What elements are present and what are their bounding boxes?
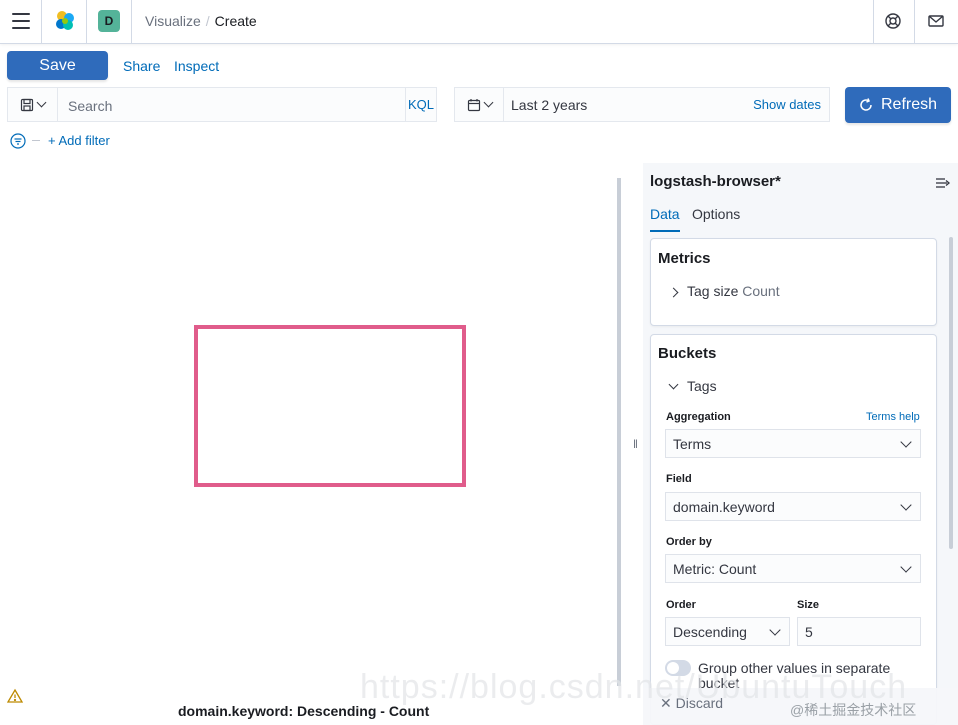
collapse-sidebar-icon[interactable] (935, 176, 951, 188)
size-input[interactable]: 5 (797, 617, 921, 646)
order-by-value: Metric: Count (673, 561, 757, 577)
top-bar (0, 0, 958, 44)
order-label: Order (666, 599, 696, 611)
field-value: domain.keyword (673, 499, 775, 515)
divider (32, 140, 40, 141)
order-by-select[interactable]: Metric: Count (665, 554, 921, 583)
share-link[interactable]: Share (123, 58, 160, 74)
tab-data[interactable]: Data (650, 206, 680, 232)
breadcrumb: Visualize / Create (145, 13, 257, 29)
chevron-down-icon (900, 499, 912, 511)
chevron-down-icon (769, 624, 781, 636)
chevron-down-icon (483, 97, 493, 108)
kql-toggle[interactable]: KQL (405, 88, 436, 121)
terms-help-link[interactable]: Terms help (866, 411, 920, 423)
size-value: 5 (805, 624, 813, 640)
field-label: Field (666, 473, 692, 485)
divider (914, 0, 915, 43)
date-picker: Last 2 years Show dates (454, 87, 830, 122)
divider (41, 0, 42, 43)
chevron-right-icon (668, 287, 679, 298)
highlight-box (194, 325, 466, 487)
aggregation-select[interactable]: Terms (665, 429, 921, 458)
resize-handle[interactable] (617, 178, 621, 686)
calendar-icon (467, 98, 480, 111)
elastic-logo-icon[interactable] (53, 9, 77, 33)
watermark-sub: @稀土掘金技术社区 (790, 702, 917, 718)
index-pattern-title: logstash-browser* (650, 173, 781, 190)
chevron-down-icon (900, 561, 912, 573)
metrics-title: Metrics (658, 250, 711, 267)
metric-item[interactable]: Tag size Count (668, 283, 780, 299)
refresh-icon (860, 98, 872, 111)
aggregation-value: Terms (673, 436, 712, 452)
buckets-title: Buckets (658, 345, 717, 362)
order-value: Descending (673, 624, 747, 640)
query-bar: Search KQL (7, 87, 437, 122)
refresh-button[interactable]: Refresh (845, 87, 951, 123)
help-icon[interactable] (884, 12, 902, 30)
mail-icon[interactable] (927, 12, 945, 30)
order-select[interactable]: Descending (665, 617, 790, 646)
quick-date-button[interactable] (455, 88, 504, 121)
divider (873, 0, 874, 43)
size-label: Size (797, 599, 820, 611)
space-avatar[interactable]: D (98, 10, 120, 32)
breadcrumb-visualize[interactable]: Visualize (145, 13, 201, 29)
sidebar-scrollbar[interactable] (949, 237, 953, 549)
time-range-label[interactable]: Last 2 years (511, 97, 587, 113)
aggregation-label: Aggregation (666, 411, 731, 423)
refresh-label: Refresh (880, 96, 938, 113)
drag-handle-icon[interactable]: ‖ (633, 437, 638, 451)
add-filter-button[interactable]: + Add filter (48, 133, 110, 148)
chevron-down-icon (36, 97, 47, 108)
divider (86, 0, 87, 43)
divider (131, 0, 132, 43)
metric-name: Tag size (687, 283, 739, 299)
bucket-item[interactable]: Tags (668, 378, 717, 394)
show-dates-link[interactable]: Show dates (753, 97, 821, 112)
warning-icon[interactable] (6, 688, 24, 704)
menu-icon[interactable] (12, 13, 30, 29)
saved-query-button[interactable] (8, 88, 58, 121)
order-by-label: Order by (666, 536, 712, 548)
search-input[interactable]: Search (68, 98, 112, 114)
chevron-down-icon (900, 436, 912, 448)
metric-type: Count (742, 283, 780, 299)
tab-options[interactable]: Options (692, 206, 740, 230)
bucket-name: Tags (687, 378, 717, 394)
save-button[interactable]: Save (7, 51, 108, 80)
inspect-link[interactable]: Inspect (174, 58, 219, 74)
breadcrumb-create: Create (214, 13, 257, 29)
save-icon (20, 98, 34, 111)
chevron-down-icon (668, 379, 679, 390)
field-select[interactable]: domain.keyword (665, 492, 921, 521)
filter-menu-icon[interactable] (10, 133, 26, 149)
